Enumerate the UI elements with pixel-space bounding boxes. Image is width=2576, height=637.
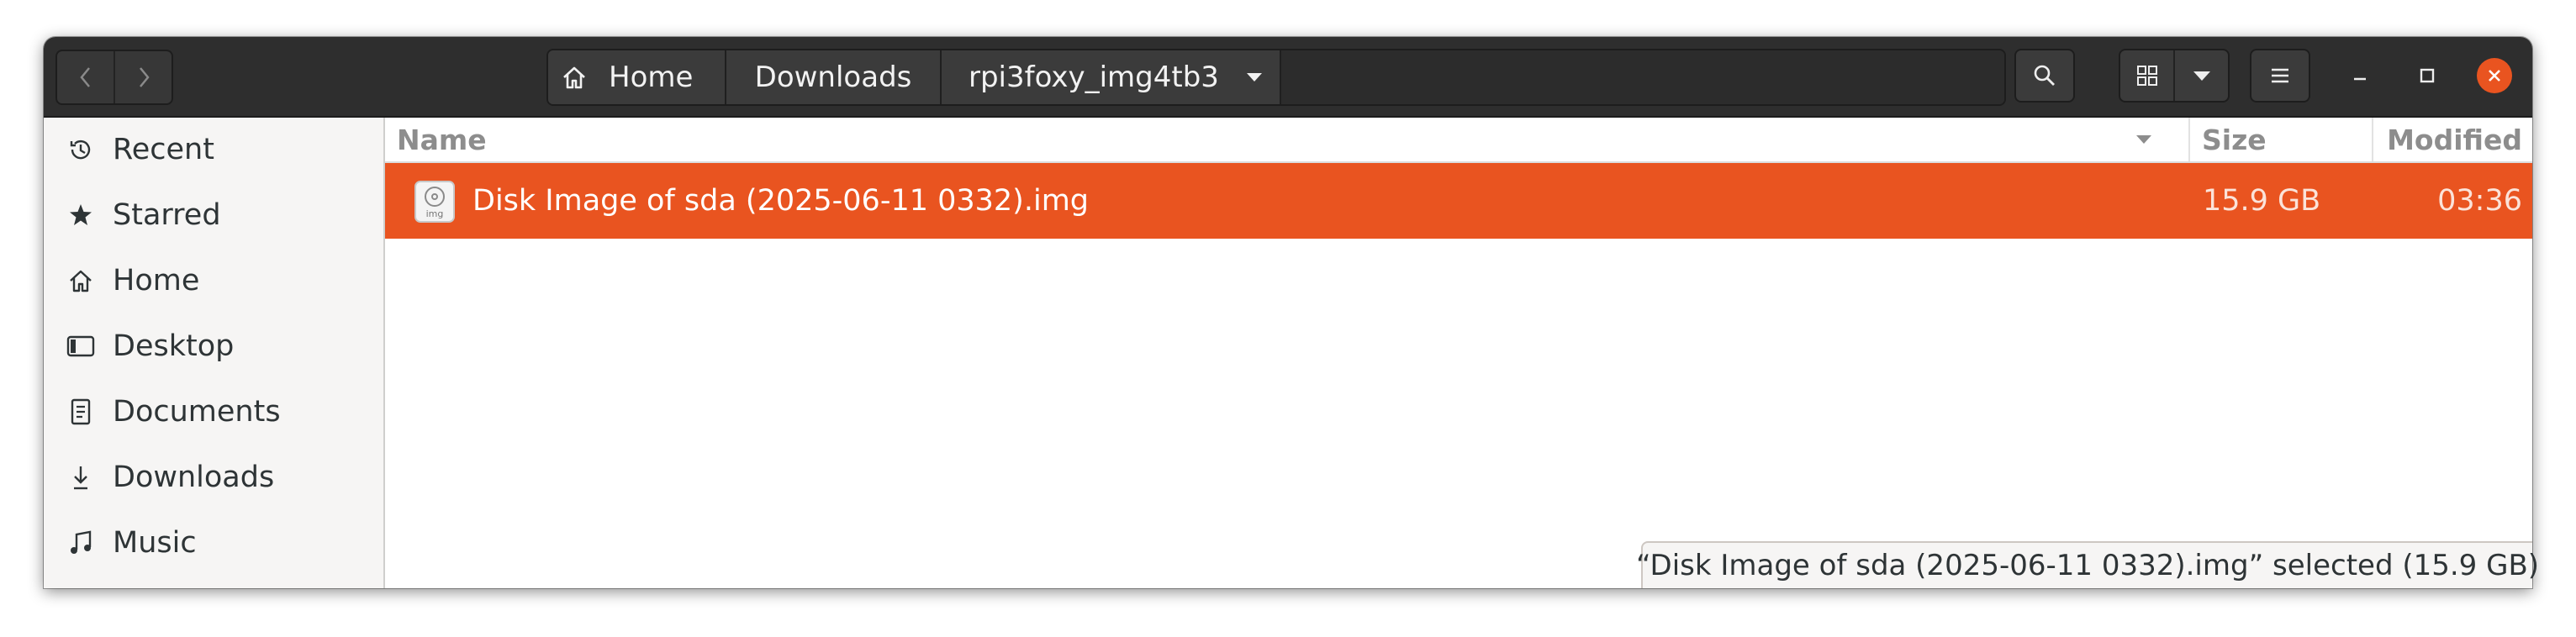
file-name: Disk Image of sda (2025-06-11 0332).img xyxy=(472,184,1090,218)
selection-status-text: “Disk Image of sda (2025-06-11 0332).img… xyxy=(1635,549,2540,582)
minimize-button[interactable] xyxy=(2342,58,2378,93)
maximize-icon xyxy=(2420,68,2435,83)
chevron-right-icon xyxy=(139,67,150,87)
search-icon xyxy=(2034,65,2055,86)
file-manager-window: Home Downloads rpi3foxy_img4tb3 Recent S… xyxy=(44,37,2532,588)
sidebar-item-documents[interactable]: Documents xyxy=(44,380,383,444)
view-menu-button[interactable] xyxy=(2173,50,2228,101)
file-modified: 03:36 xyxy=(2437,184,2522,218)
sidebar-item-recent[interactable]: Recent xyxy=(44,118,383,182)
chevron-down-icon xyxy=(2193,71,2210,81)
forward-button[interactable] xyxy=(113,51,172,103)
breadcrumb-downloads[interactable]: Downloads xyxy=(726,50,942,104)
sidebar-item-home[interactable]: Home xyxy=(44,249,383,313)
breadcrumb-downloads-label: Downloads xyxy=(754,61,912,94)
back-button[interactable] xyxy=(57,51,113,103)
file-size: 15.9 GB xyxy=(2203,184,2321,218)
navigation-buttons xyxy=(55,50,173,105)
breadcrumb-current-folder[interactable]: rpi3foxy_img4tb3 xyxy=(942,50,1281,104)
close-icon xyxy=(2489,70,2500,82)
breadcrumb-home[interactable]: Home xyxy=(548,50,726,104)
sidebar-item-label: Downloads xyxy=(113,461,275,494)
dropdown-caret-icon xyxy=(1246,71,1263,83)
view-options xyxy=(2119,49,2230,103)
sidebar-item-label: Desktop xyxy=(113,329,235,363)
desktop-icon xyxy=(62,334,99,358)
column-header-name-label: Name xyxy=(397,123,487,156)
sidebar-item-label: Home xyxy=(113,264,200,297)
sidebar-item-label: Documents xyxy=(113,395,281,429)
minimize-icon xyxy=(2354,77,2366,81)
close-button[interactable] xyxy=(2477,58,2512,93)
selection-status-bar: “Disk Image of sda (2025-06-11 0332).img… xyxy=(1636,541,2539,588)
sidebar-item-desktop[interactable]: Desktop xyxy=(44,314,383,378)
sidebar-item-music[interactable]: Music xyxy=(44,511,383,575)
column-header-row: Name Size Modified xyxy=(385,118,2532,163)
music-icon xyxy=(62,529,99,556)
column-header-modified-label: Modified xyxy=(2387,123,2522,156)
path-bar: Home Downloads rpi3foxy_img4tb3 xyxy=(546,49,2006,106)
home-icon xyxy=(560,63,589,92)
grid-view-button[interactable] xyxy=(2120,50,2173,101)
sidebar-item-downloads[interactable]: Downloads xyxy=(44,445,383,509)
maximize-button[interactable] xyxy=(2410,58,2445,93)
file-list-view: Name Size Modified img Disk Image of sda… xyxy=(385,118,2532,588)
disk-image-file-icon: img xyxy=(414,180,456,224)
file-row-selected[interactable]: img Disk Image of sda (2025-06-11 0332).… xyxy=(385,163,2532,239)
sidebar: Recent Starred Home Desktop Documents Do… xyxy=(44,118,385,588)
document-icon xyxy=(62,398,99,425)
file-icon-caption: img xyxy=(425,208,444,219)
grid-icon xyxy=(2136,66,2157,86)
column-header-size[interactable]: Size xyxy=(2188,118,2373,161)
sidebar-item-starred[interactable]: Starred xyxy=(44,183,383,247)
clock-icon xyxy=(62,136,99,163)
chevron-left-icon xyxy=(79,67,90,87)
sort-descending-icon xyxy=(2135,118,2152,161)
column-header-name[interactable]: Name xyxy=(397,118,2188,161)
star-icon xyxy=(62,203,99,228)
breadcrumb-home-label: Home xyxy=(609,61,694,94)
download-icon xyxy=(62,464,99,491)
column-header-modified[interactable]: Modified xyxy=(2372,118,2532,161)
sidebar-item-label: Music xyxy=(113,526,197,560)
path-bar-empty-area xyxy=(1281,50,2004,104)
column-header-size-label: Size xyxy=(2202,123,2267,156)
sidebar-item-label: Starred xyxy=(113,198,221,232)
breadcrumb-current-label: rpi3foxy_img4tb3 xyxy=(969,61,1219,94)
hamburger-menu-icon xyxy=(2272,68,2288,83)
sidebar-item-label: Recent xyxy=(113,133,214,166)
home-icon xyxy=(62,267,99,294)
main-menu-button[interactable] xyxy=(2250,49,2310,103)
header-bar: Home Downloads rpi3foxy_img4tb3 xyxy=(44,37,2532,118)
search-button[interactable] xyxy=(2014,49,2075,103)
